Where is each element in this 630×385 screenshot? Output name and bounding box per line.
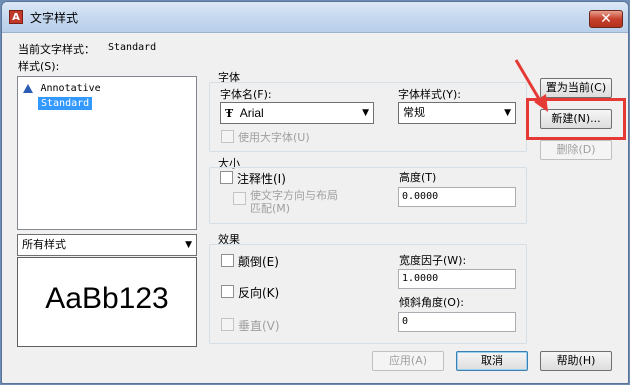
oblique-angle-input[interactable]: 0 xyxy=(398,312,516,332)
styles-list[interactable]: Annotative Standard xyxy=(17,76,197,230)
title-bar[interactable]: A 文字样式 ✕ xyxy=(2,2,628,33)
style-name: Annotative xyxy=(40,83,101,94)
delete-button[interactable]: 删除(D) xyxy=(540,140,612,160)
backwards-checkbox[interactable] xyxy=(221,285,234,298)
use-big-font-checkbox[interactable] xyxy=(221,130,234,143)
styles-label: 样式(S): xyxy=(18,60,60,73)
height-label: 高度(T) xyxy=(399,171,437,184)
width-factor-input[interactable]: 1.0000 xyxy=(398,269,516,289)
close-button[interactable]: ✕ xyxy=(589,10,623,28)
help-button[interactable]: 帮助(H) xyxy=(540,351,612,371)
upside-down-checkbox[interactable] xyxy=(221,254,234,267)
list-item-selected[interactable]: Standard xyxy=(38,97,93,110)
backwards-label: 反向(K) xyxy=(238,286,280,300)
current-style-label: 当前文字样式： xyxy=(18,43,95,56)
annotation-highlight-box xyxy=(526,98,626,140)
annotative-icon xyxy=(23,83,33,93)
height-input[interactable]: 0.0000 xyxy=(398,187,516,207)
font-name-select[interactable]: Ŧ Arial ▼ xyxy=(220,102,374,124)
list-item[interactable]: Annotative xyxy=(23,81,101,94)
preview-box: AaBb123 xyxy=(17,257,197,347)
font-style-value: 常规 xyxy=(403,106,425,119)
close-icon: ✕ xyxy=(600,11,612,27)
font-name-label: 字体名(F): xyxy=(220,88,272,101)
match-orientation-checkbox[interactable] xyxy=(233,192,246,205)
font-style-select[interactable]: 常规 ▼ xyxy=(398,102,516,124)
style-filter-select[interactable]: 所有样式 ▼ xyxy=(17,234,197,256)
vertical-checkbox[interactable] xyxy=(221,318,234,331)
oblique-angle-label: 倾斜角度(O): xyxy=(399,296,464,309)
width-factor-label: 宽度因子(W): xyxy=(399,254,467,267)
annotative-checkbox[interactable] xyxy=(220,171,233,184)
style-filter-value: 所有样式 xyxy=(22,238,66,251)
use-big-font-label: 使用大字体(U) xyxy=(238,131,310,144)
annotative-label: 注释性(I) xyxy=(237,172,286,186)
chevron-down-icon: ▼ xyxy=(185,240,192,250)
font-style-label: 字体样式(Y): xyxy=(398,88,462,101)
vertical-label: 垂直(V) xyxy=(238,319,280,333)
upside-down-label: 颠倒(E) xyxy=(238,255,279,269)
app-icon: A xyxy=(9,10,23,24)
text-style-dialog: A 文字样式 ✕ 当前文字样式： Standard 样式(S): Annotat… xyxy=(1,1,629,384)
match-orientation-label: 使文字方向与布局 匹配(M) xyxy=(250,189,338,215)
apply-button[interactable]: 应用(A) xyxy=(372,351,444,371)
truetype-icon: Ŧ xyxy=(225,107,234,120)
chevron-down-icon: ▼ xyxy=(362,108,369,118)
font-name-value: Arial xyxy=(239,106,264,120)
current-style-value: Standard xyxy=(108,42,157,53)
preview-text: AaBb123 xyxy=(45,282,169,315)
window-title: 文字样式 xyxy=(30,11,79,25)
cancel-button[interactable]: 取消 xyxy=(456,351,528,371)
